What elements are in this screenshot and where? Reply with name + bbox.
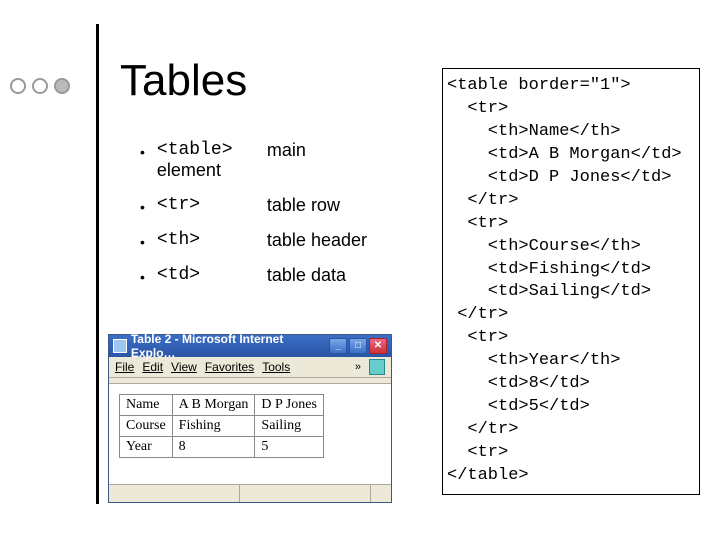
bullet-dot-icon: • (140, 234, 145, 250)
close-button[interactable]: ✕ (369, 338, 387, 354)
bullet-desc: main (267, 140, 306, 161)
table-data-cell: D P Jones (255, 395, 324, 416)
browser-titlebar[interactable]: Table 2 - Microsoft Internet Explo… _ □ … (109, 335, 391, 357)
menu-tools[interactable]: Tools (262, 360, 290, 374)
slide-decoration (10, 78, 70, 94)
table-data-cell: Sailing (255, 416, 324, 437)
vertical-rule (96, 24, 99, 504)
bullet-tag: <th> (157, 230, 267, 250)
decoration-dot (32, 78, 48, 94)
page-title: Tables (120, 56, 247, 106)
bullet-item: • <tr> table row (140, 195, 400, 216)
minimize-button[interactable]: _ (329, 338, 347, 354)
bullet-dot-icon: • (140, 199, 145, 215)
bullet-item: • <table> element main (140, 140, 400, 181)
status-segment (240, 485, 371, 502)
bullet-desc: table row (267, 195, 340, 216)
code-listing: <table border="1"> <tr> <th>Name</th> <t… (442, 68, 700, 495)
menu-edit[interactable]: Edit (142, 360, 163, 374)
browser-window: Table 2 - Microsoft Internet Explo… _ □ … (108, 334, 392, 503)
bullet-item: • <th> table header (140, 230, 400, 251)
bullet-desc: table data (267, 265, 346, 286)
bullet-dot-icon: • (140, 269, 145, 285)
browser-content: Name A B Morgan D P Jones Course Fishing… (109, 384, 391, 484)
decoration-dot (10, 78, 26, 94)
table-row: Year 8 5 (120, 437, 324, 458)
bullet-desc: table header (267, 230, 367, 251)
ie-icon (113, 339, 127, 353)
table-data-cell: Fishing (172, 416, 255, 437)
table-data-cell: A B Morgan (172, 395, 255, 416)
browser-statusbar (109, 484, 391, 502)
window-title: Table 2 - Microsoft Internet Explo… (131, 332, 329, 360)
ie-logo-icon (369, 359, 385, 375)
bullet-tag: <tr> (157, 195, 267, 215)
menu-file[interactable]: File (115, 360, 134, 374)
table-header-cell: Name (120, 395, 173, 416)
status-segment (109, 485, 240, 502)
bullet-tag: <td> (157, 265, 267, 285)
maximize-button[interactable]: □ (349, 338, 367, 354)
browser-menubar: File Edit View Favorites Tools » (109, 357, 391, 378)
table-header-cell: Year (120, 437, 173, 458)
bullet-list: • <table> element main • <tr> table row … (140, 140, 400, 300)
table-data-cell: 5 (255, 437, 324, 458)
bullet-item: • <td> table data (140, 265, 400, 286)
bullet-dot-icon: • (140, 144, 145, 160)
bullet-tag: <table> element (157, 140, 267, 181)
menu-view[interactable]: View (171, 360, 197, 374)
window-buttons: _ □ ✕ (329, 338, 387, 354)
table-data-cell: 8 (172, 437, 255, 458)
slide: Tables • <table> element main • <tr> tab… (0, 0, 720, 540)
decoration-dot (54, 78, 70, 94)
menu-favorites[interactable]: Favorites (205, 360, 254, 374)
rendered-html-table: Name A B Morgan D P Jones Course Fishing… (119, 394, 324, 458)
table-row: Name A B Morgan D P Jones (120, 395, 324, 416)
menu-more[interactable]: » (355, 361, 361, 373)
resize-grip-icon[interactable] (371, 485, 391, 502)
table-row: Course Fishing Sailing (120, 416, 324, 437)
bullet-tag-sub: element (157, 160, 267, 181)
bullet-tag-text: <table> (157, 140, 233, 160)
table-header-cell: Course (120, 416, 173, 437)
